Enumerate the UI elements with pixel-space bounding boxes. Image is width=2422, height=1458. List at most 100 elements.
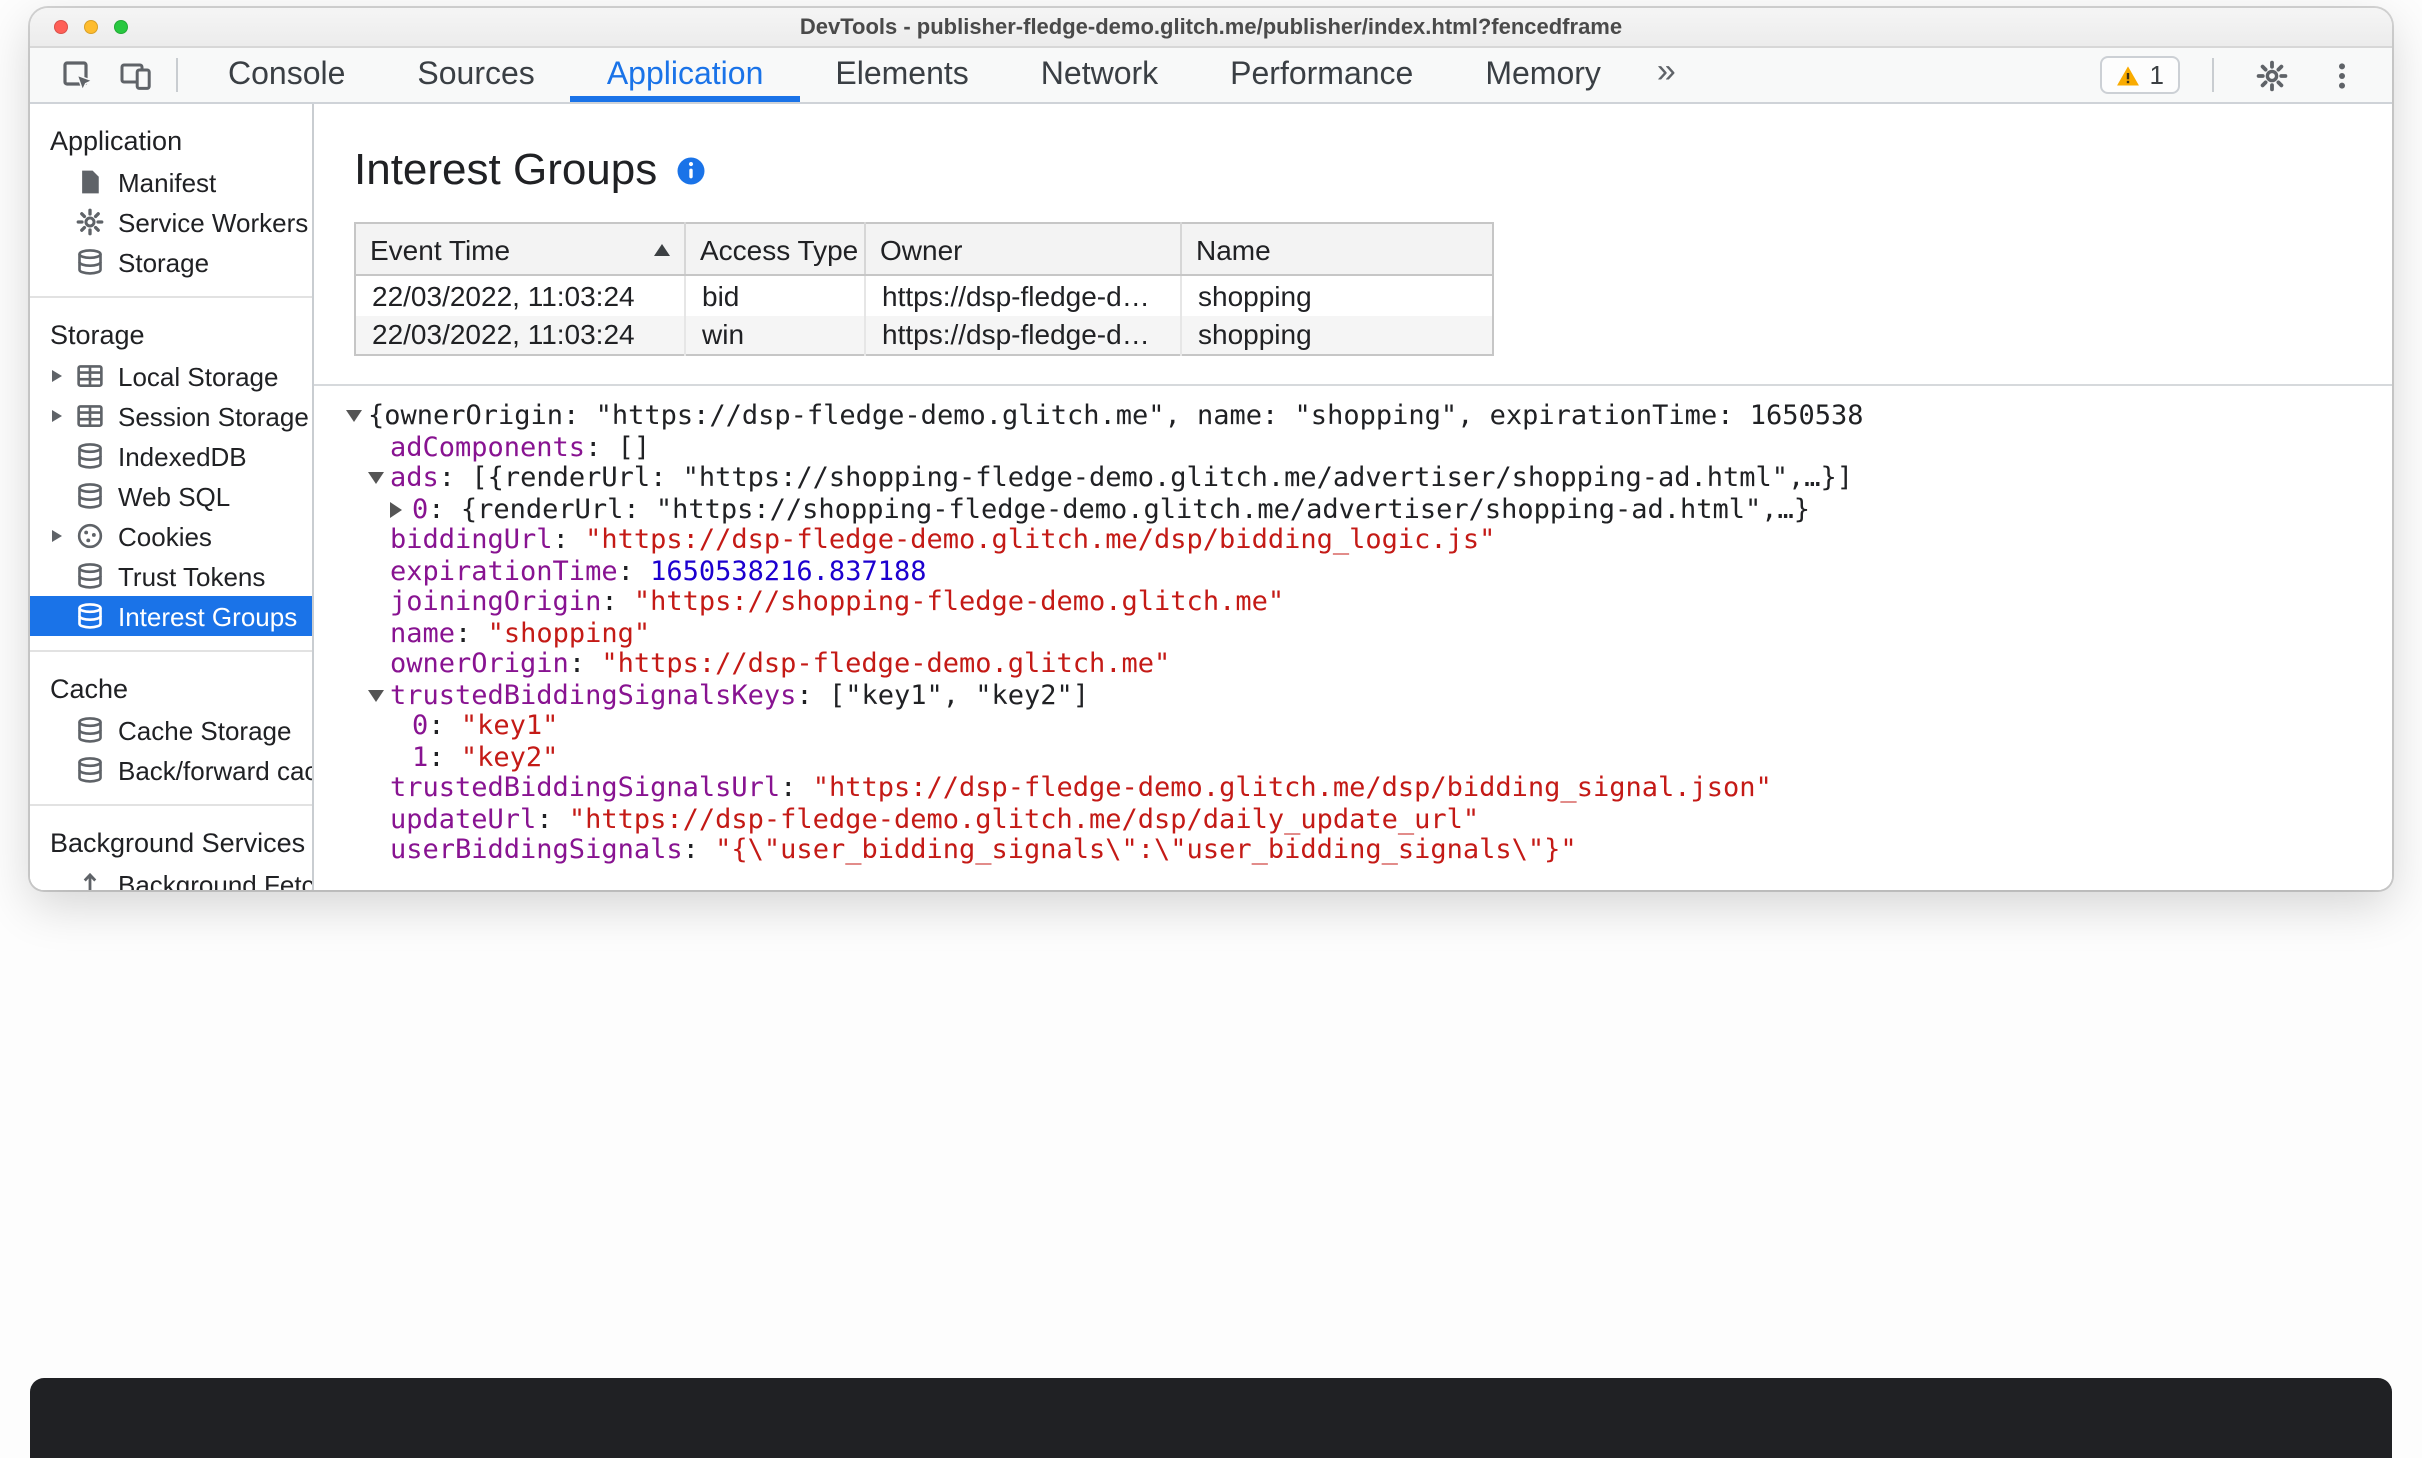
tree-expander-icon[interactable] (368, 689, 384, 701)
tree-line: joiningOrigin: "https://shopping-fledge-… (390, 588, 1285, 618)
tree-value: {renderUrl: "https://shopping-fledge-dem… (460, 495, 1811, 525)
tree-key: ownerOrigin (390, 650, 569, 680)
tree-key: userBiddingSignals (390, 836, 683, 866)
column-header-access-type[interactable]: Access Type (685, 223, 866, 276)
settings-button[interactable] (2246, 51, 2298, 99)
tab-performance[interactable]: Performance (1194, 48, 1449, 102)
more-tabs-button[interactable]: » (1637, 48, 1696, 102)
tree-line[interactable]: {ownerOrigin: "https://dsp-fledge-demo.g… (334, 402, 2392, 433)
toolbar-separator (2212, 58, 2214, 92)
cell-access-type: win (685, 315, 866, 355)
tree-value: "https://dsp-fledge-demo.glitch.me" (601, 650, 1171, 680)
tree-line[interactable]: ads: [{renderUrl: "https://shopping-fled… (334, 464, 2392, 495)
sidebar-item-back-forward-cache[interactable]: Back/forward cach (30, 750, 312, 790)
tree-line[interactable]: 0: {renderUrl: "https://shopping-fledge-… (334, 495, 2392, 526)
json-tree: {ownerOrigin: "https://dsp-fledge-demo.g… (314, 386, 2392, 879)
database-icon (76, 602, 104, 630)
database-icon (76, 248, 104, 276)
tree-key: 0 (412, 712, 429, 742)
column-header-event-time[interactable]: Event Time (355, 223, 686, 276)
sidebar-item-interest-groups[interactable]: Interest Groups (30, 596, 312, 636)
tree-line: userBiddingSignals: "{\"user_bidding_sig… (390, 836, 1577, 866)
table-row[interactable]: 22/03/2022, 11:03:24 win https://dsp-fle… (355, 315, 1493, 355)
close-button[interactable] (54, 20, 68, 34)
up-down-arrows-icon (76, 870, 104, 890)
expand-arrow-icon[interactable] (52, 530, 62, 542)
database-icon (76, 482, 104, 510)
gear-icon (2256, 59, 2288, 91)
tree-line: adComponents: [] (390, 433, 651, 463)
tree-line: updateUrl: "https://dsp-fledge-demo.glit… (390, 805, 1480, 835)
tab-application[interactable]: Application (570, 48, 800, 102)
sort-ascending-icon (654, 243, 670, 255)
sidebar-section-storage: Storage Local Storage Session Storage In… (30, 298, 312, 652)
tree-value: {ownerOrigin: "https://dsp-fledge-demo.g… (368, 402, 1864, 432)
tab-elements[interactable]: Elements (799, 48, 1004, 102)
tree-expander-icon[interactable] (346, 410, 362, 422)
sidebar-item-service-workers[interactable]: Service Workers (30, 202, 312, 242)
tree-line[interactable]: trustedBiddingSignalsKeys: ["key1", "key… (334, 681, 2392, 712)
cell-name: shopping (1181, 315, 1493, 355)
device-toolbar-button[interactable] (110, 51, 162, 99)
interest-groups-panel: Interest Groups Event Time Access Type O… (314, 104, 2392, 890)
cell-event-time: 22/03/2022, 11:03:24 (355, 315, 686, 355)
sidebar-item-cookies[interactable]: Cookies (30, 516, 312, 556)
minimize-button[interactable] (84, 20, 98, 34)
sidebar-item-cache-storage[interactable]: Cache Storage (30, 710, 312, 750)
database-icon (76, 442, 104, 470)
section-title-background-services: Background Services (50, 828, 306, 858)
sidebar-item-indexeddb[interactable]: IndexedDB (30, 436, 312, 476)
table-row[interactable]: 22/03/2022, 11:03:24 bid https://dsp-fle… (355, 275, 1493, 315)
sidebar-section-application: Application Manifest Service Workers Sto… (30, 104, 312, 298)
sidebar-item-session-storage[interactable]: Session Storage (30, 396, 312, 436)
tree-expander-icon[interactable] (390, 501, 402, 517)
tab-network[interactable]: Network (1005, 48, 1194, 102)
database-icon (76, 562, 104, 590)
traffic-lights (54, 20, 128, 34)
tree-key: updateUrl (390, 805, 537, 835)
tree-expander-icon[interactable] (368, 472, 384, 484)
tree-value: "https://dsp-fledge-demo.glitch.me/dsp/d… (568, 805, 1480, 835)
panel-title: Interest Groups (354, 144, 658, 194)
column-header-owner[interactable]: Owner (865, 223, 1182, 276)
tab-memory[interactable]: Memory (1449, 48, 1637, 102)
tree-value: "https://dsp-fledge-demo.glitch.me/dsp/b… (812, 774, 1772, 804)
tab-console[interactable]: Console (192, 48, 381, 102)
tree-value: 1650538216.837188 (650, 557, 927, 587)
tree-key: ads (390, 464, 439, 494)
sidebar-item-trust-tokens[interactable]: Trust Tokens (30, 556, 312, 596)
tree-key: adComponents (390, 433, 586, 463)
tree-line: 0: "key1" (412, 712, 559, 742)
sidebar-item-local-storage[interactable]: Local Storage (30, 356, 312, 396)
sidebar-item-manifest[interactable]: Manifest (30, 162, 312, 202)
tab-sources[interactable]: Sources (381, 48, 570, 102)
expand-arrow-icon[interactable] (52, 370, 62, 382)
tree-key: trustedBiddingSignalsUrl (390, 774, 781, 804)
tree-value: ["key1", "key2"] (828, 681, 1090, 711)
tree-line: 1: "key2" (412, 743, 559, 773)
customize-menu-button[interactable] (2316, 51, 2368, 99)
sidebar-item-background-fetch[interactable]: Background Fetch (30, 864, 312, 890)
tree-line: name: "shopping" (390, 619, 651, 649)
screenshot-root: DevTools - publisher-fledge-demo.glitch.… (0, 0, 2422, 1458)
devtools-toolbar: Console Sources Application Elements Net… (30, 48, 2392, 104)
zoom-button[interactable] (114, 20, 128, 34)
sidebar-item-storage[interactable]: Storage (30, 242, 312, 282)
sidebar-item-web-sql[interactable]: Web SQL (30, 476, 312, 516)
section-title-cache: Cache (50, 674, 129, 704)
window-titlebar[interactable]: DevTools - publisher-fledge-demo.glitch.… (30, 8, 2392, 48)
cookie-icon (76, 522, 104, 550)
info-icon[interactable] (675, 155, 705, 185)
interest-groups-table: Event Time Access Type Owner Name 22/03/… (354, 222, 1494, 356)
window-title: DevTools - publisher-fledge-demo.glitch.… (799, 15, 1623, 39)
toolbar-separator (176, 58, 178, 92)
cell-access-type: bid (685, 275, 866, 315)
issues-warning-badge[interactable]: 1 (2099, 56, 2180, 94)
tree-value: "key2" (460, 743, 559, 773)
column-header-name[interactable]: Name (1181, 223, 1493, 276)
tree-value: "key1" (460, 712, 559, 742)
inspect-element-button[interactable] (52, 51, 104, 99)
tree-line: expirationTime: 1650538216.837188 (390, 557, 927, 587)
expand-arrow-icon[interactable] (52, 410, 62, 422)
warning-count: 1 (2149, 60, 2164, 90)
